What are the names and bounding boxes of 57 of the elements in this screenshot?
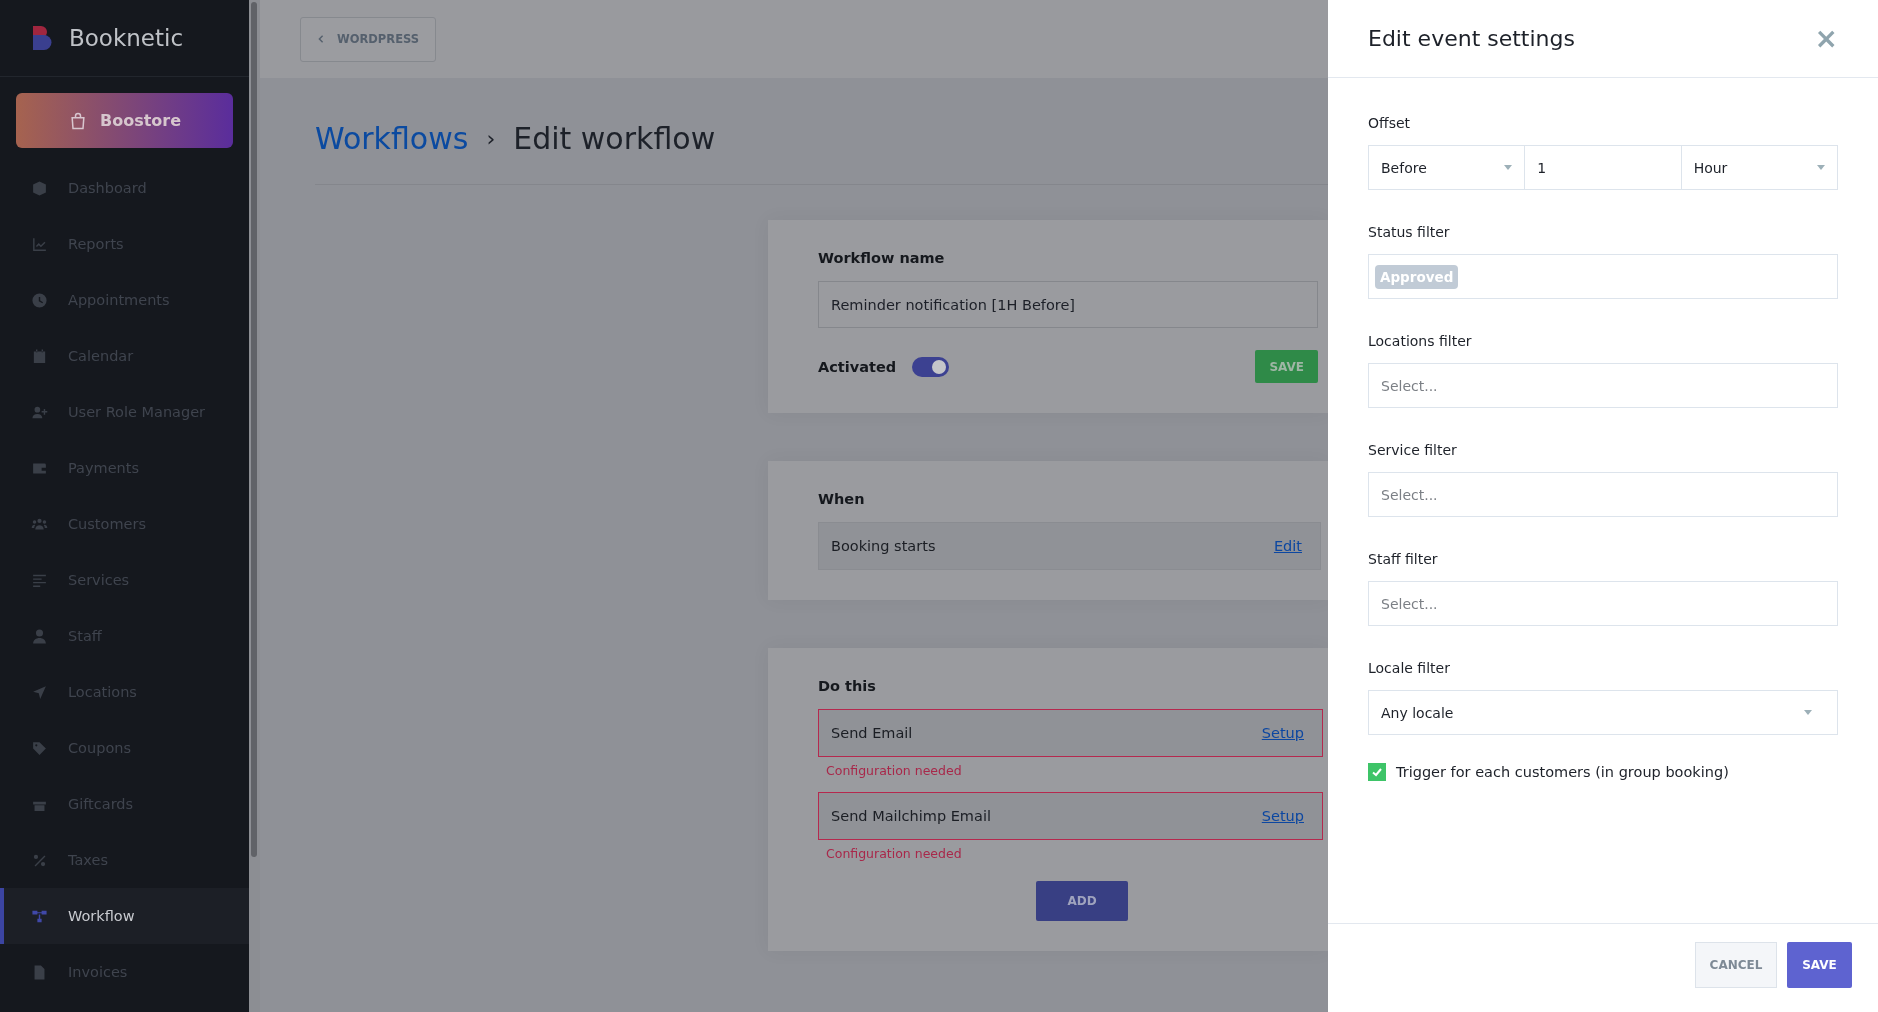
sidebar-item[interactable]: Workflow	[0, 888, 249, 944]
status-select[interactable]: Approved	[1368, 254, 1838, 299]
filter-select[interactable]: Select...	[1368, 363, 1838, 408]
arrow-icon	[31, 683, 48, 701]
field-label: Status filter	[1368, 224, 1451, 240]
locale-select[interactable]: Any locale	[1368, 690, 1838, 735]
field-label: Workflow name	[818, 250, 946, 266]
save-button[interactable]: SAVE	[1787, 942, 1852, 988]
toggle-label: Activated	[818, 358, 897, 375]
action-row: Send Mailchimp Email Setup	[818, 792, 1323, 840]
add-button[interactable]: ADD	[1036, 881, 1128, 921]
caret-icon	[1804, 710, 1812, 715]
page-title: Edit workflow	[513, 120, 716, 156]
section-title: When	[818, 491, 866, 507]
field-label: Offset	[1368, 115, 1412, 131]
breadcrumb-link[interactable]: Workflows	[315, 120, 469, 156]
action-row: Send Email Setup	[818, 709, 1323, 757]
error-message: Configuration needed	[825, 845, 963, 863]
calendar-icon	[31, 347, 48, 365]
workflow-name-field[interactable]: Reminder notification [1H Before]	[818, 281, 1318, 328]
checkbox-label: Trigger for each customers (in group booking)	[1396, 764, 1729, 780]
breadcrumb-separator: ›	[486, 125, 496, 151]
chart-icon	[31, 235, 48, 253]
field-label: Locale filter	[1368, 660, 1451, 676]
chevron-left-icon	[317, 35, 325, 43]
activated-toggle[interactable]	[912, 356, 950, 377]
clock-icon	[31, 291, 48, 309]
error-message: Configuration needed	[825, 762, 963, 780]
close-button[interactable]: ×	[1814, 24, 1838, 53]
setup-link[interactable]: Setup	[1261, 808, 1304, 824]
setup-link[interactable]: Setup	[1261, 725, 1304, 741]
field-label: Service filter	[1368, 442, 1458, 458]
checkbox[interactable]	[1368, 763, 1386, 781]
scrollbar-thumb[interactable]	[251, 2, 257, 857]
tag-icon	[31, 739, 48, 757]
filter-select[interactable]: Select...	[1368, 472, 1838, 517]
filter-select[interactable]: Select...	[1368, 581, 1838, 626]
section-title: Do this	[818, 678, 877, 694]
unit-select[interactable]: Hour	[1681, 145, 1838, 190]
caret-icon	[1817, 165, 1825, 170]
save-button[interactable]: SAVE	[1255, 350, 1318, 383]
caret-icon	[1504, 165, 1513, 170]
brand-name: Booknetic	[69, 25, 184, 51]
cube-icon	[31, 179, 48, 197]
back-button[interactable]: WORDPRESS	[300, 16, 437, 62]
field-label: Locations filter	[1368, 333, 1473, 349]
cancel-button[interactable]: CANCEL	[1695, 942, 1777, 988]
store-button[interactable]: Boostore	[16, 93, 233, 148]
drawer-title: Edit event settings	[1368, 26, 1575, 51]
status-tag: Approved	[1375, 264, 1459, 289]
check-icon	[1371, 766, 1383, 778]
person-icon	[31, 627, 48, 645]
amount-field[interactable]: 1	[1525, 145, 1682, 190]
direction-select[interactable]: Before	[1368, 145, 1526, 190]
edit-link[interactable]: Edit	[1273, 538, 1302, 554]
trigger-row: Booking starts Edit	[818, 522, 1321, 570]
field-label: Staff filter	[1368, 551, 1439, 567]
